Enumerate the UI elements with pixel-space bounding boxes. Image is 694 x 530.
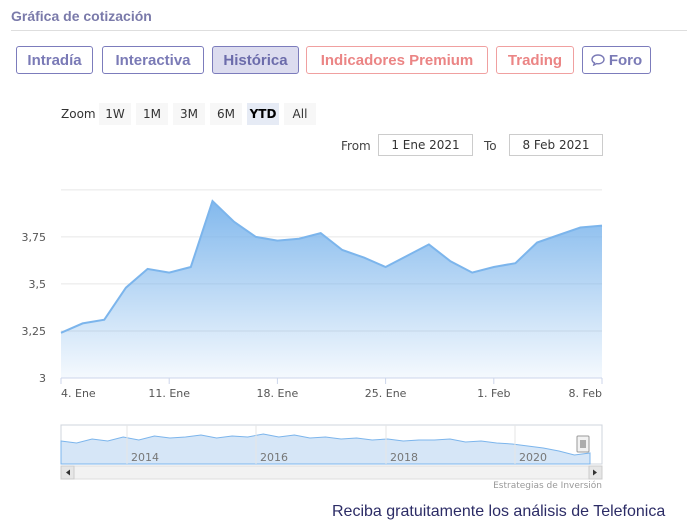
zoom-ytd-button[interactable]: YTD — [247, 103, 279, 125]
navigator-series — [60, 433, 591, 465]
navigator-label: 2016 — [260, 451, 288, 464]
tab-foro[interactable]: Foro — [582, 46, 651, 74]
x-tick-label: 1. Feb — [477, 387, 510, 400]
navigator-label: 2020 — [519, 451, 547, 464]
x-tick-label: 4. Ene — [61, 387, 96, 400]
x-tick-label: 11. Ene — [148, 387, 190, 400]
navigator: 2014 2016 2018 2020 — [60, 424, 603, 480]
navigator-handle — [576, 435, 590, 453]
tab-intradia[interactable]: Intradía — [16, 46, 93, 74]
arrow-right-icon — [593, 469, 597, 476]
y-axis-labels: 3 3,25 3,5 3,75 — [22, 231, 47, 385]
tab-label: Interactiva — [115, 51, 191, 69]
chart-grid — [61, 189, 602, 379]
x-tick-label: 8. Feb — [569, 387, 602, 400]
navigator-label: 2018 — [390, 451, 418, 464]
price-chart: 3 3,25 3,5 3,75 4. Ene 11. Ene 18. Ene 25. Ene… — [22, 189, 603, 480]
zoom-label: Zoom — [61, 107, 96, 121]
to-date-input[interactable]: 8 Feb 2021 — [509, 134, 603, 156]
chart-credits[interactable]: Estrategias de Inversión — [493, 481, 602, 491]
zoom-1m-button[interactable]: 1M — [136, 103, 168, 125]
cta-text[interactable]: Reciba gratuitamente los análisis de Tel… — [332, 503, 665, 521]
tab-indicadores-premium[interactable]: Indicadores Premium — [306, 46, 488, 74]
zoom-all-button[interactable]: All — [284, 103, 316, 125]
tab-label: Histórica — [223, 51, 288, 69]
series-area — [61, 201, 602, 378]
zoom-6m-button[interactable]: 6M — [210, 103, 242, 125]
y-tick-label: 3,75 — [22, 231, 47, 244]
scrollbar-track — [60, 465, 603, 480]
y-tick-label: 3,25 — [22, 325, 47, 338]
y-tick-label: 3,5 — [29, 278, 47, 291]
tab-label: Trading — [507, 51, 563, 69]
tab-historica[interactable]: Histórica — [212, 46, 299, 74]
tab-label: Indicadores Premium — [320, 51, 474, 69]
from-label: From — [341, 139, 371, 153]
chart-series — [60, 199, 603, 378]
y-tick-label: 3 — [39, 372, 46, 385]
tab-label: Intradía — [27, 51, 82, 69]
scroll-left-button — [60, 465, 75, 480]
tab-trading[interactable]: Trading — [496, 46, 574, 74]
x-tick-label: 18. Ene — [257, 387, 299, 400]
title-divider — [11, 30, 687, 31]
chart-section-title: Gráfica de cotización — [11, 8, 152, 24]
chat-bubble-icon — [591, 54, 605, 66]
navigator-frame — [60, 424, 603, 465]
x-tick-label: 25. Ene — [365, 387, 407, 400]
tab-interactiva[interactable]: Interactiva — [102, 46, 204, 74]
scroll-right-button — [588, 465, 603, 480]
zoom-1w-button[interactable]: 1W — [99, 103, 131, 125]
from-date-input[interactable]: 1 Ene 2021 — [378, 134, 473, 156]
series-line — [60, 199, 603, 334]
navigator-label: 2014 — [131, 451, 159, 464]
x-axis: 4. Ene 11. Ene 18. Ene 25. Ene 1. Feb 8. Feb — [60, 377, 603, 400]
zoom-3m-button[interactable]: 3M — [173, 103, 205, 125]
arrow-left-icon — [66, 469, 70, 476]
tab-label: Foro — [608, 51, 643, 69]
to-label: To — [484, 139, 497, 153]
